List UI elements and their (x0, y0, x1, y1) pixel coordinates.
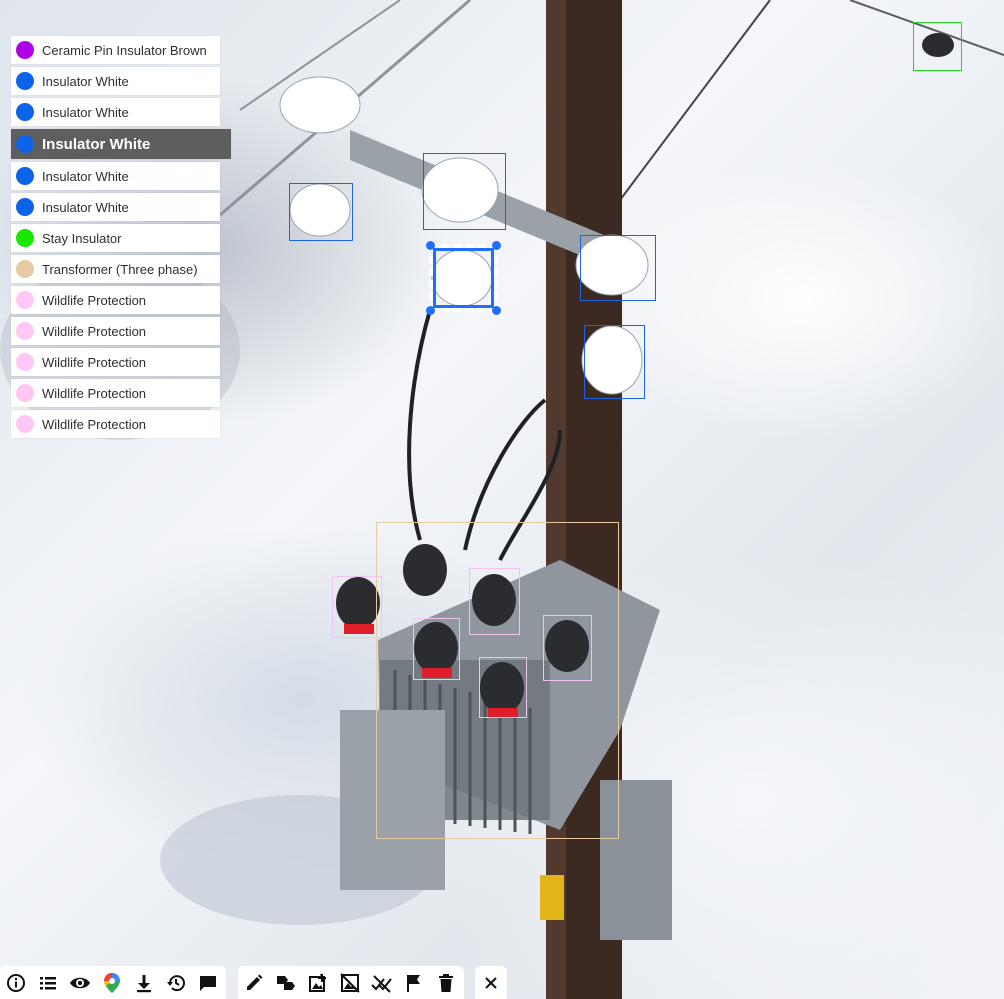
image-off-icon (340, 972, 360, 993)
legend-color-dot (16, 167, 34, 185)
legend-item-label: Ceramic Pin Insulator Brown (42, 42, 207, 58)
history-button[interactable] (160, 966, 192, 999)
visibility-button[interactable] (64, 966, 96, 999)
eye-icon (70, 977, 90, 988)
download-icon (137, 974, 151, 992)
legend-color-dot (16, 135, 34, 153)
legend-item-label: Wildlife Protection (42, 354, 147, 370)
comment-icon (200, 975, 216, 991)
delete-button[interactable] (430, 966, 462, 999)
legend-item-insulator-white[interactable]: Insulator White (11, 67, 220, 95)
resize-handle[interactable] (492, 241, 501, 250)
legend-item-label: Wildlife Protection (42, 385, 147, 401)
legend-item-wildlife-protection[interactable]: Wildlife Protection (11, 286, 220, 314)
legend-color-dot (16, 353, 34, 371)
legend-color-dot (16, 260, 34, 278)
legend-item-label: Insulator White (42, 199, 129, 215)
legend-item-insulator-white[interactable]: Insulator White (11, 98, 220, 126)
bbox-insulator-white[interactable] (580, 235, 656, 301)
image-edit-icon (309, 973, 326, 992)
legend-color-dot (16, 103, 34, 121)
map-pin-icon (104, 972, 120, 993)
legend-color-dot (16, 41, 34, 59)
legend-item-ceramic-pin-insulator-brown[interactable]: Ceramic Pin Insulator Brown (11, 36, 220, 64)
image-edit-button[interactable] (302, 966, 334, 999)
resize-handle[interactable] (426, 306, 435, 315)
switch-label-button[interactable] (270, 966, 302, 999)
legend-item-wildlife-protection[interactable]: Wildlife Protection (11, 348, 220, 376)
legend-item-insulator-white[interactable]: Insulator White (11, 193, 220, 221)
legend-color-dot (16, 415, 34, 433)
hide-image-button[interactable] (334, 966, 366, 999)
legend-item-label: Stay Insulator (42, 230, 122, 246)
annotation-legend: Ceramic Pin Insulator Brown Insulator Wh… (11, 36, 231, 441)
bbox-insulator-white[interactable] (584, 325, 645, 399)
legend-color-dot (16, 229, 34, 247)
legend-color-dot (16, 384, 34, 402)
comment-button[interactable] (192, 966, 224, 999)
legend-color-dot (16, 72, 34, 90)
legend-item-insulator-white[interactable]: Insulator White (11, 162, 220, 190)
legend-item-wildlife-protection[interactable]: Wildlife Protection (11, 317, 220, 345)
list-button[interactable] (32, 966, 64, 999)
legend-item-insulator-white-selected[interactable]: Insulator White (11, 129, 231, 159)
edit-toolbar (238, 966, 464, 999)
legend-color-dot (16, 322, 34, 340)
info-button[interactable] (0, 966, 32, 999)
trash-icon (439, 973, 453, 992)
legend-item-label: Insulator White (42, 73, 129, 89)
legend-item-label: Wildlife Protection (42, 416, 147, 432)
bbox-stay-insulator[interactable] (913, 22, 962, 71)
legend-color-dot (16, 291, 34, 309)
resize-handle[interactable] (426, 241, 435, 250)
list-icon (40, 976, 56, 989)
bbox-wildlife-protection[interactable] (543, 615, 592, 681)
bbox-wildlife-protection[interactable] (469, 568, 520, 635)
bbox-insulator-white-selected[interactable] (426, 241, 501, 315)
bbox-wildlife-protection[interactable] (413, 618, 460, 680)
legend-item-label: Wildlife Protection (42, 323, 147, 339)
legend-item-stay-insulator[interactable]: Stay Insulator (11, 224, 220, 252)
flag-button[interactable] (398, 966, 430, 999)
legend-item-label: Insulator White (42, 135, 151, 153)
remove-marks-button[interactable] (366, 966, 398, 999)
info-icon (7, 973, 25, 992)
legend-item-label: Insulator White (42, 168, 129, 184)
bbox-insulator-white[interactable] (289, 183, 353, 241)
legend-item-label: Wildlife Protection (42, 292, 147, 308)
legend-item-wildlife-protection[interactable]: Wildlife Protection (11, 379, 220, 407)
close-toolbar (475, 966, 507, 999)
flag-icon (407, 974, 420, 992)
bbox-wildlife-protection[interactable] (332, 576, 382, 638)
bbox-wildlife-protection[interactable] (479, 657, 527, 718)
history-icon (167, 974, 185, 991)
edit-annotation-button[interactable] (238, 966, 270, 999)
legend-item-transformer-three-phase[interactable]: Transformer (Three phase) (11, 255, 220, 283)
label-switch-icon (277, 975, 295, 990)
bbox-insulator-white[interactable] (423, 153, 506, 230)
close-button[interactable] (475, 966, 507, 999)
legend-item-wildlife-protection[interactable]: Wildlife Protection (11, 410, 220, 438)
viewer-toolbar (0, 966, 226, 999)
remove-marks-icon (371, 974, 392, 993)
legend-color-dot (16, 198, 34, 216)
pencil-icon (247, 974, 263, 990)
map-location-button[interactable] (96, 966, 128, 999)
close-icon (485, 976, 497, 989)
resize-handle[interactable] (492, 306, 501, 315)
download-button[interactable] (128, 966, 160, 999)
legend-item-label: Transformer (Three phase) (42, 261, 198, 277)
legend-item-label: Insulator White (42, 104, 129, 120)
